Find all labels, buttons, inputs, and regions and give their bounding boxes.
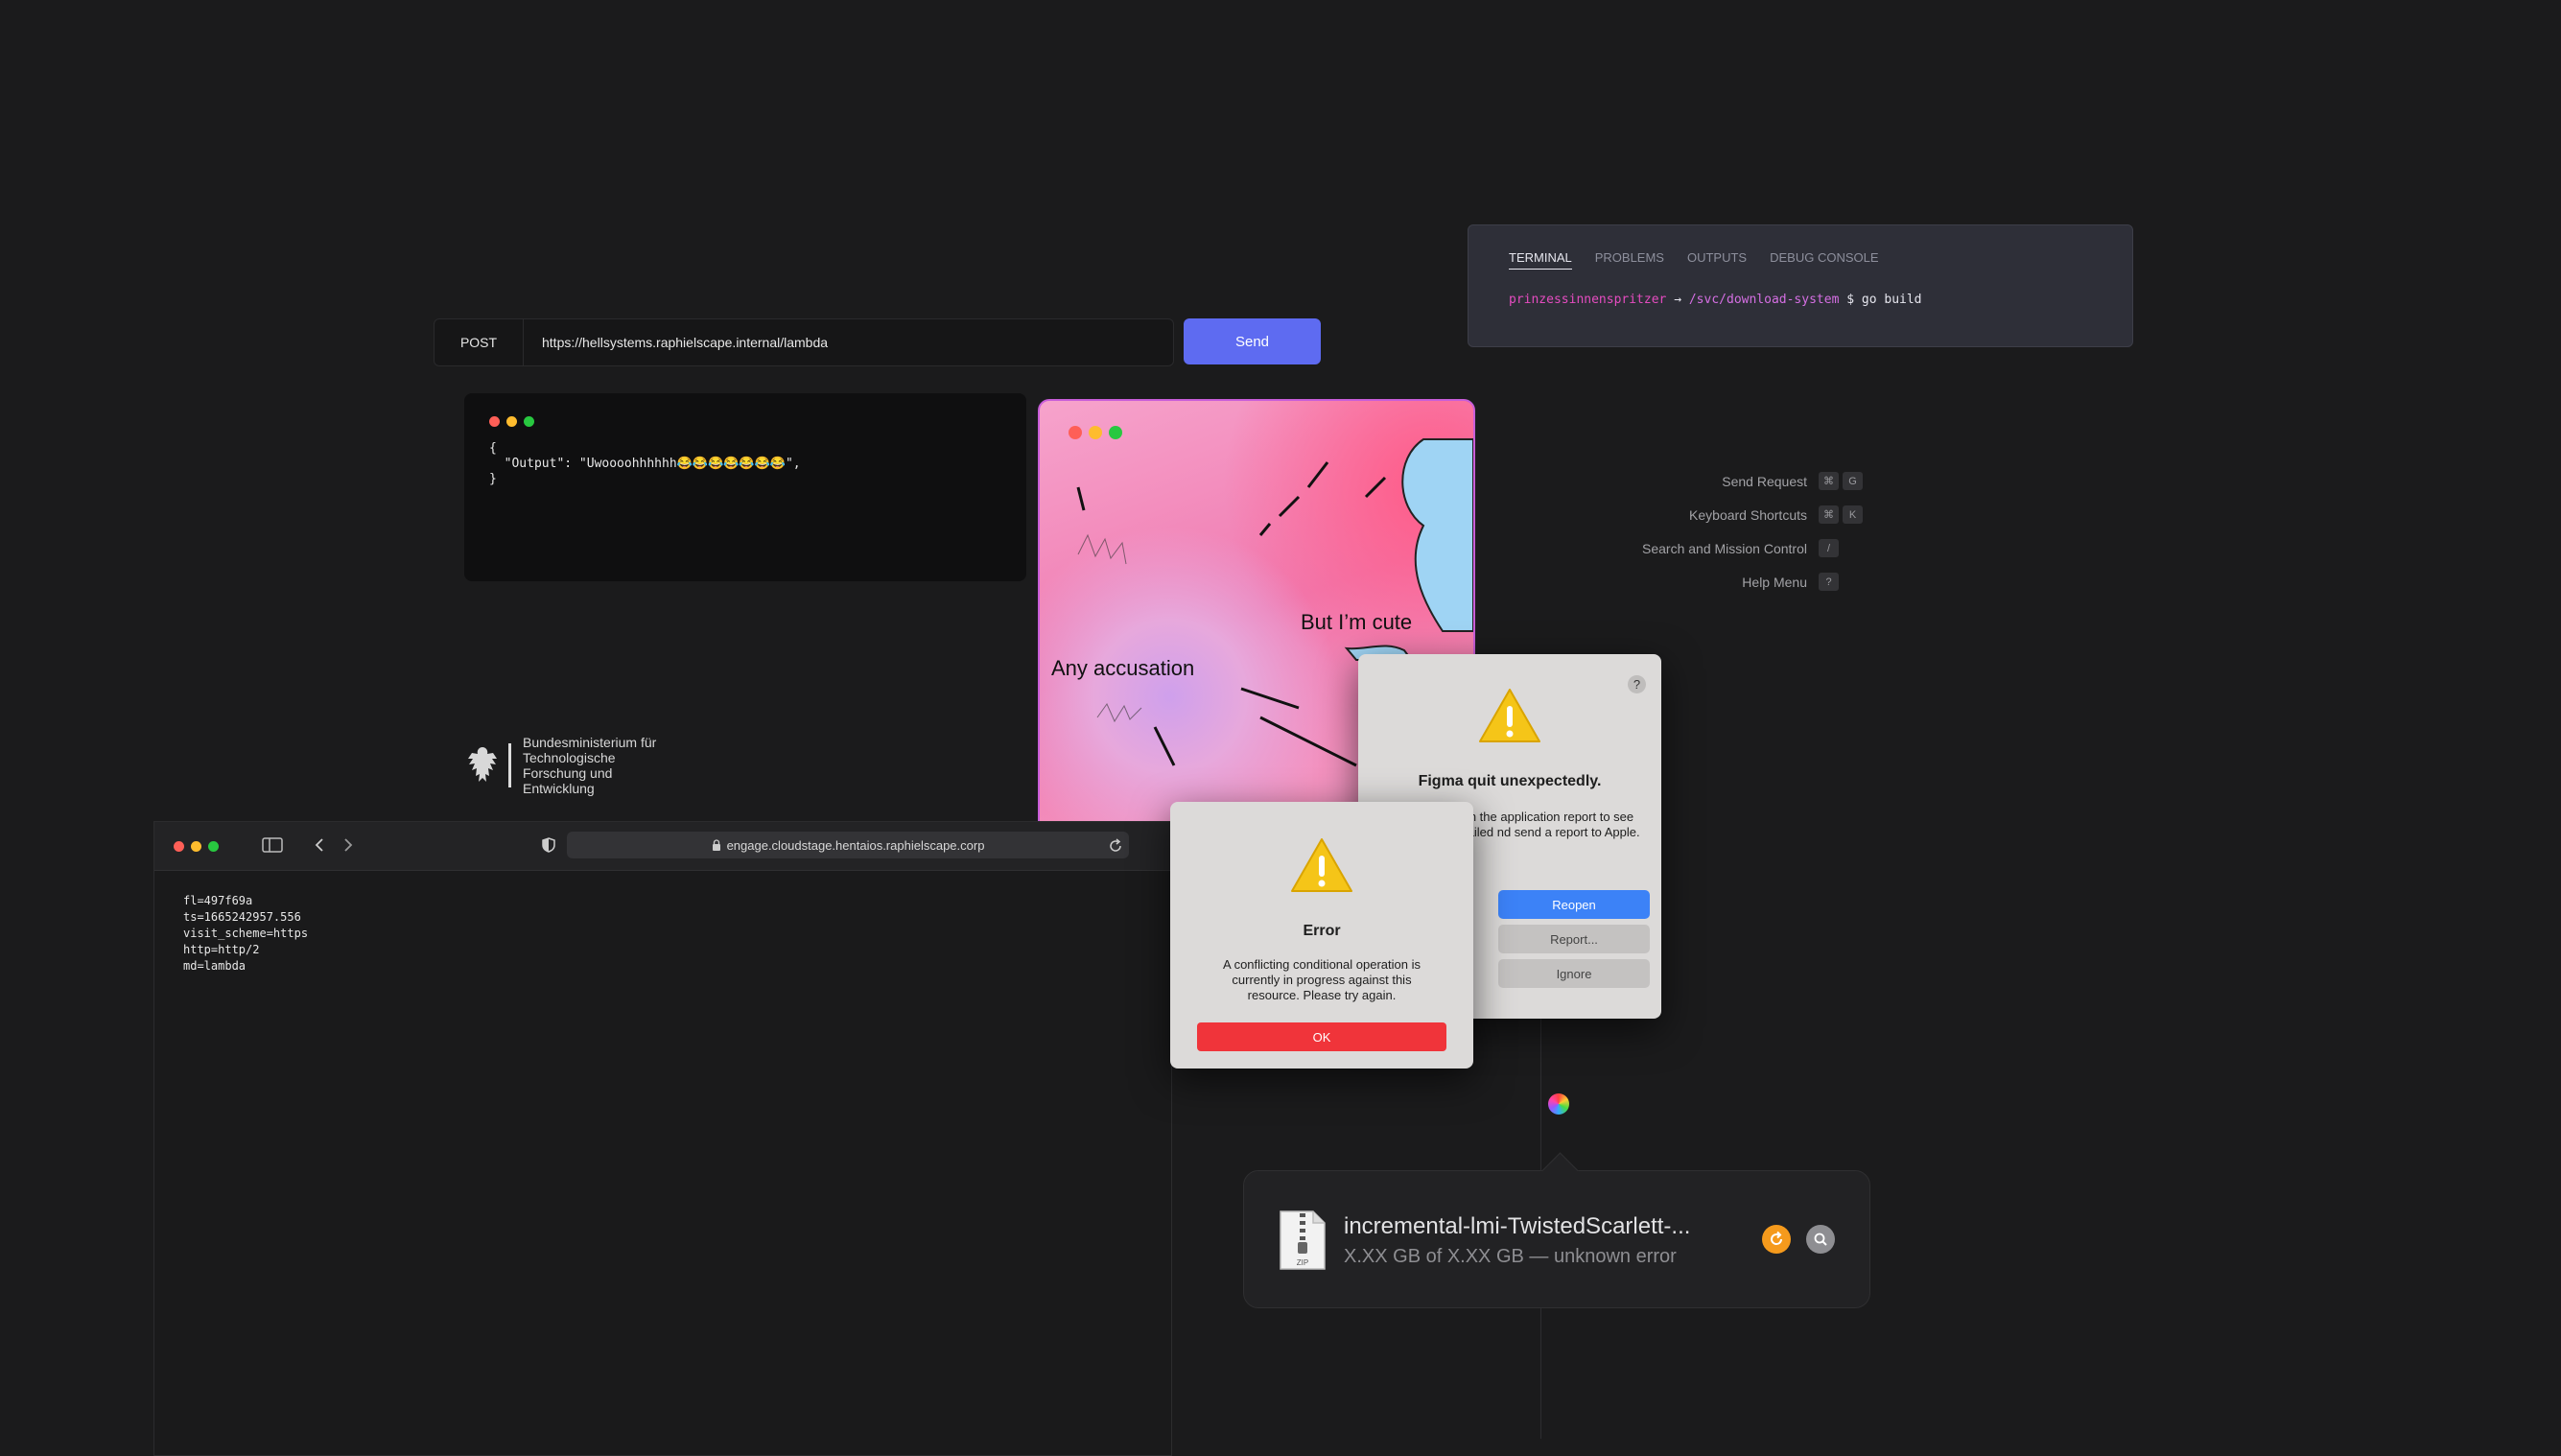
ok-button[interactable]: OK [1197,1022,1446,1051]
ignore-button[interactable]: Ignore [1498,959,1650,988]
page-body: fl=497f69a ts=1665242957.556 visit_schem… [183,894,309,973]
key: / [1819,539,1839,557]
meme-text-left: Any accusation [1051,656,1195,680]
shortcut-label: Keyboard Shortcuts [1689,506,1807,523]
dialog-body: A conflicting conditional operation is c… [1223,957,1421,1002]
terminal-user: prinzessinnenspritzer [1509,293,1667,307]
send-button[interactable]: Send [1184,318,1321,364]
retry-icon [1771,1231,1783,1245]
tab-terminal[interactable]: TERMINAL [1509,250,1572,270]
shield-icon[interactable] [542,837,555,853]
tab-outputs[interactable]: OUTPUTS [1687,250,1747,270]
terminal-panel: TERMINAL PROBLEMS OUTPUTS DEBUG CONSOLE … [1468,224,2133,347]
shortcut-search[interactable]: Search and Mission Control / [1642,539,1861,557]
eagle-icon [468,747,497,782]
sidebar-icon[interactable] [262,837,283,853]
address-bar[interactable]: engage.cloudstage.hentaios.raphielscape.… [567,832,1129,858]
help-button[interactable]: ? [1628,675,1646,693]
logo-divider [508,743,511,787]
download-filename: incremental-lmi-TwistedScarlett-... [1344,1213,1691,1239]
terminal-prompt: $ [1846,293,1855,307]
maximize-dot[interactable] [208,841,219,852]
key: G [1843,472,1863,490]
retry-button[interactable] [1762,1225,1791,1254]
error-dialog: Error A conflicting conditional operatio… [1170,802,1473,1069]
download-popup: ZIP incremental-lmi-TwistedScarlett-... … [1243,1152,1870,1308]
shortcut-help-menu[interactable]: Help Menu ? [1742,573,1861,591]
url-input[interactable]: https://hellsystems.raphielscape.interna… [542,319,828,365]
command-key: ⌘ [1819,472,1839,490]
browser-window: engage.cloudstage.hentaios.raphielscape.… [153,821,1172,1456]
close-dot[interactable] [174,841,184,852]
warning-icon [1291,838,1352,892]
dialog-title: Error [1303,923,1341,939]
close-dot[interactable] [489,416,500,427]
minimize-dot[interactable] [191,841,201,852]
command-key: ⌘ [1819,505,1839,524]
shortcut-label: Send Request [1722,473,1807,489]
magnifier-icon [1814,1233,1827,1246]
request-bar: POST https://hellsystems.raphielscape.in… [434,318,1174,366]
key: ? [1819,573,1839,591]
shortcut-send-request[interactable]: Send Request ⌘ G [1722,472,1863,490]
terminal-path: /svc/download-system [1688,293,1840,307]
address-text: engage.cloudstage.hentaios.raphielscape.… [726,837,985,853]
file-type-label: ZIP [1297,1258,1308,1267]
response-panel: { "Output": "Uwoooohhhhhh😂😂😂😂😂😂😂", } [464,393,1026,581]
key: K [1843,505,1863,524]
shortcut-keyboard-shortcuts[interactable]: Keyboard Shortcuts ⌘ K [1689,505,1863,524]
download-status: X.XX GB of X.XX GB — unknown error [1344,1246,1677,1267]
tab-debug-console[interactable]: DEBUG CONSOLE [1770,250,1878,270]
ministry-logo: Bundesministerium für Technologische For… [466,735,676,796]
popup-caret [1541,1152,1579,1189]
terminal-line[interactable]: prinzessinnenspritzer → /svc/download-sy… [1509,293,1922,307]
reopen-button[interactable]: Reopen [1498,890,1650,919]
response-code: { "Output": "Uwoooohhhhhh😂😂😂😂😂😂😂", } [489,441,801,486]
minimize-dot[interactable] [506,416,517,427]
color-wheel-icon[interactable] [1548,1093,1569,1115]
window-controls [174,841,219,852]
browser-toolbar: engage.cloudstage.hentaios.raphielscape.… [154,822,1171,871]
meme-text-right: But I’m cute [1301,610,1413,634]
shortcut-label: Help Menu [1742,574,1807,590]
dialog-title: Figma quit unexpectedly. [1418,773,1602,789]
show-in-finder-button[interactable] [1806,1225,1835,1254]
terminal-arrow: → [1674,293,1682,307]
zip-file-icon: ZIP [1280,1210,1326,1270]
forward-icon[interactable] [342,837,354,853]
terminal-command: go build [1861,293,1922,307]
maximize-dot[interactable] [524,416,534,427]
logo-text: Bundesministerium für Technologische For… [523,735,657,796]
method-select[interactable]: POST [435,319,524,365]
tab-problems[interactable]: PROBLEMS [1595,250,1664,270]
warning-icon [1479,689,1540,742]
report-button[interactable]: Report... [1498,925,1650,953]
lock-icon [712,839,720,851]
back-icon[interactable] [314,837,325,853]
window-controls [489,416,534,427]
reload-icon[interactable] [1108,838,1123,854]
terminal-tabs: TERMINAL PROBLEMS OUTPUTS DEBUG CONSOLE [1509,250,1879,270]
shortcut-label: Search and Mission Control [1642,540,1807,556]
